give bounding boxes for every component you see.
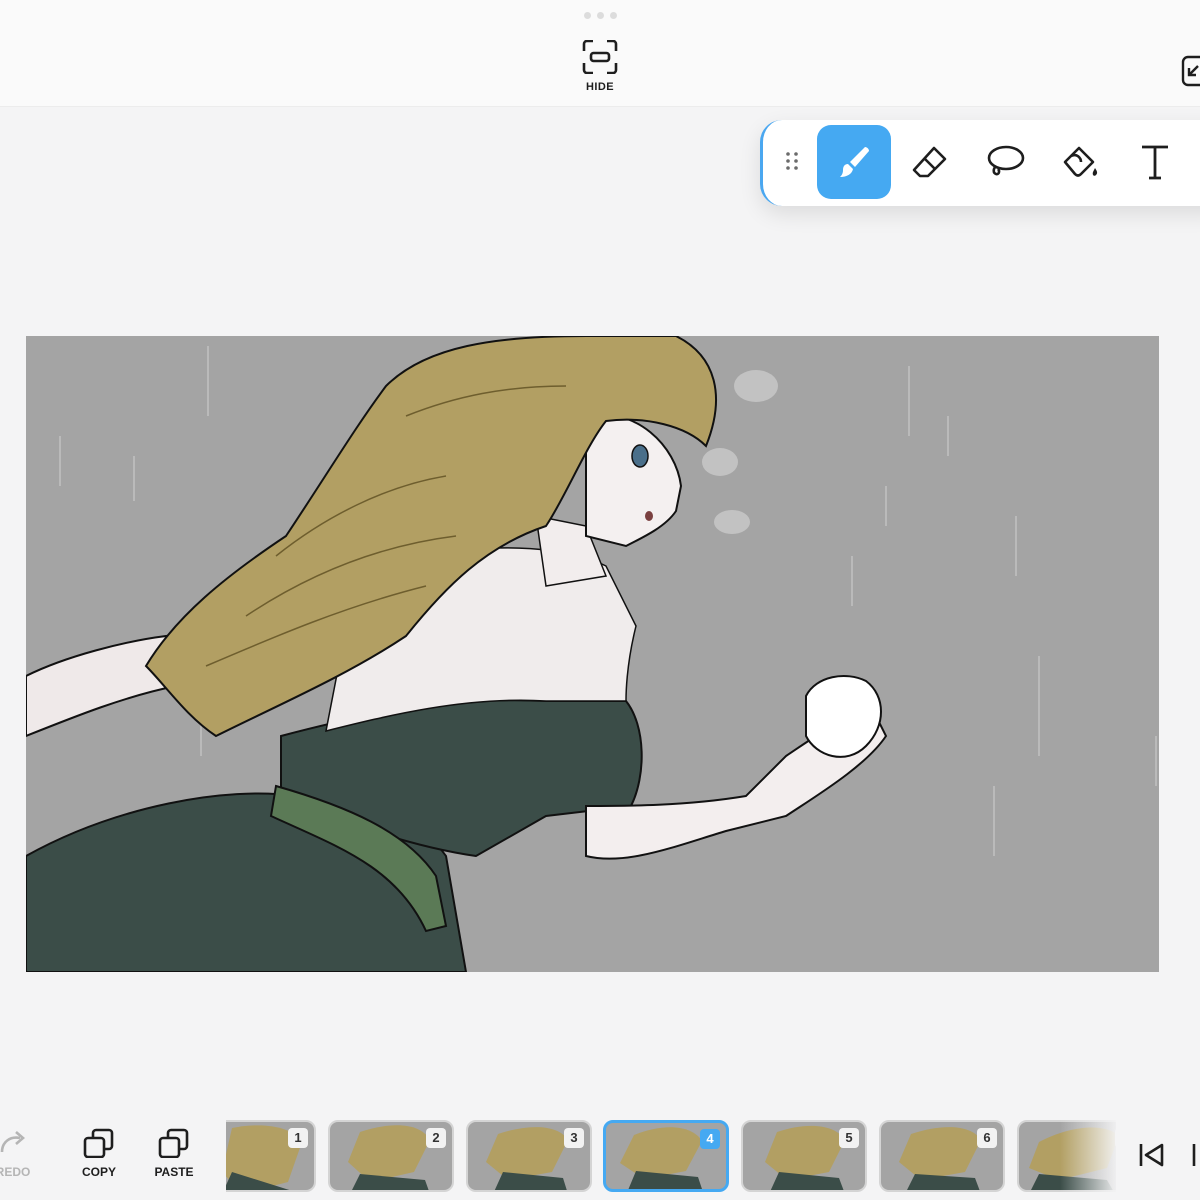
copy-label: COPY (81, 1165, 116, 1179)
brush-tool-button[interactable] (817, 125, 891, 199)
frame-thumbnail[interactable]: 5 (741, 1120, 867, 1192)
frame-number: 4 (700, 1129, 720, 1149)
frame-thumbnail[interactable]: 2 (328, 1120, 454, 1192)
bottom-bar: REDO COPY PASTE 1 2 3 4 (0, 1108, 1200, 1200)
frame-number: 2 (426, 1128, 446, 1148)
grip-icon[interactable] (783, 150, 801, 176)
copy-icon (83, 1128, 114, 1159)
next-control-button[interactable] (1190, 1138, 1200, 1172)
drawing-canvas[interactable] (26, 336, 1159, 972)
frame-number: 3 (564, 1128, 584, 1148)
drag-handle[interactable] (584, 12, 617, 19)
text-icon (1142, 145, 1168, 180)
hide-button[interactable]: HIDE (570, 39, 630, 98)
redo-label: REDO (0, 1165, 31, 1179)
frame-thumbnail[interactable]: 4 (603, 1120, 729, 1192)
artwork-illustration (26, 336, 1159, 972)
tool-palette (760, 120, 1200, 206)
text-tool-button[interactable] (1118, 125, 1192, 199)
frame-strip-fade (1060, 1120, 1120, 1196)
paint-bucket-icon (1063, 146, 1098, 177)
first-frame-button[interactable] (1134, 1138, 1168, 1172)
frame-strip: 1 2 3 4 5 6 7 (226, 1120, 1116, 1196)
frame-number: 6 (977, 1128, 997, 1148)
lasso-icon (987, 145, 1025, 176)
fullscreen-icon (582, 39, 618, 75)
frame-thumbnail[interactable]: 6 (879, 1120, 1005, 1192)
paste-label: PASTE (154, 1165, 194, 1179)
eraser-icon (912, 146, 947, 178)
brush-icon (840, 147, 869, 177)
frame-thumbnail[interactable]: 3 (466, 1120, 592, 1192)
lasso-tool-button[interactable] (968, 125, 1042, 199)
control-icon (1192, 1144, 1196, 1166)
frame-number: 1 (288, 1128, 308, 1148)
paste-icon (158, 1128, 189, 1159)
exit-fullscreen-button[interactable] (1180, 54, 1200, 88)
redo-button[interactable]: REDO (0, 1128, 48, 1179)
top-bar: HIDE (0, 0, 1200, 106)
redo-icon (0, 1131, 25, 1153)
copy-button[interactable]: COPY (64, 1128, 134, 1179)
frame-number: 5 (839, 1128, 859, 1148)
minimize-icon (1181, 55, 1200, 87)
hide-label: HIDE (586, 81, 614, 93)
skip-to-start-icon (1139, 1143, 1164, 1167)
fill-tool-button[interactable] (1043, 125, 1117, 199)
paste-button[interactable]: PASTE (139, 1128, 209, 1179)
eraser-tool-button[interactable] (893, 125, 967, 199)
frame-thumbnail[interactable]: 1 (226, 1120, 316, 1192)
